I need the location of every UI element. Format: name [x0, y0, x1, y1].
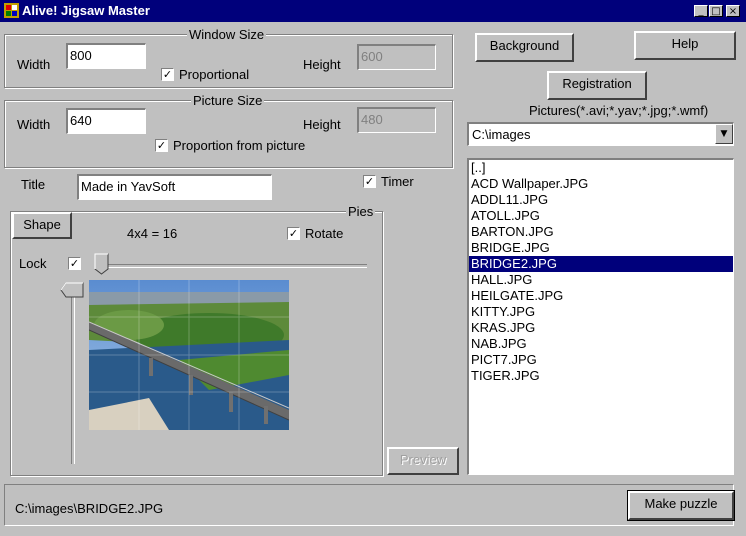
file-list-item[interactable]: PICT7.JPG — [469, 352, 733, 368]
picture-size-legend: Picture Size — [191, 93, 265, 108]
window-title: Alive! Jigsaw Master — [22, 3, 150, 18]
picture-height-field[interactable]: 480 — [357, 107, 436, 133]
proportional-label: Proportional — [179, 67, 250, 82]
pies-legend: Pies — [346, 204, 376, 219]
file-list-item[interactable]: ATOLL.JPG — [469, 208, 733, 224]
folder-combobox-value: C:\images — [472, 127, 531, 142]
shape-button[interactable]: Shape — [12, 212, 72, 239]
picture-height-label: Height — [303, 117, 341, 132]
title-field[interactable]: Made in YavSoft — [77, 174, 272, 200]
horizontal-slider-track[interactable] — [96, 264, 367, 268]
proportion-from-picture-checkbox[interactable]: ✓ — [155, 139, 168, 152]
timer-label: Timer — [381, 174, 414, 189]
maximize-button[interactable]: □ — [709, 5, 723, 17]
window-size-legend: Window Size — [187, 27, 267, 42]
preview-button[interactable]: Preview — [387, 447, 459, 475]
window-width-field[interactable]: 800 — [66, 43, 146, 69]
vertical-slider-track[interactable] — [71, 288, 75, 464]
file-list-item[interactable]: BRIDGE2.JPG — [469, 256, 733, 272]
picture-width-label: Width — [17, 117, 51, 132]
close-button[interactable]: × — [726, 5, 740, 17]
file-listbox[interactable]: [..] ACD Wallpaper.JPG ADDL11.JPG ATOLL.JPG… — [467, 158, 734, 475]
proportional-checkbox[interactable]: ✓ — [161, 68, 174, 81]
proportion-from-picture-label: Proportion from picture — [173, 138, 306, 153]
window-height-label: Height — [303, 57, 341, 72]
title-bar[interactable]: Alive! Jigsaw Master _ □ × — [0, 0, 746, 22]
file-list-item[interactable]: BARTON.JPG — [469, 224, 733, 240]
file-list-item[interactable]: ADDL11.JPG — [469, 192, 733, 208]
file-list-item[interactable]: [..] — [469, 160, 733, 176]
pieces-count-text: 4x4 = 16 — [127, 226, 178, 241]
window-width-label: Width — [17, 57, 51, 72]
file-list-item[interactable]: NAB.JPG — [469, 336, 733, 352]
lock-label: Lock — [19, 256, 47, 271]
status-path-text: C:\images\BRIDGE2.JPG — [15, 501, 164, 516]
minimize-button[interactable]: _ — [694, 5, 708, 17]
file-list-item[interactable]: TIGER.JPG — [469, 368, 733, 384]
registration-button[interactable]: Registration — [547, 71, 647, 100]
file-list-item[interactable]: KITTY.JPG — [469, 304, 733, 320]
lock-checkbox[interactable]: ✓ — [68, 257, 81, 270]
horizontal-slider-thumb[interactable] — [94, 253, 110, 275]
picture-width-field[interactable]: 640 — [66, 108, 146, 134]
help-button[interactable]: Help — [634, 31, 736, 60]
folder-combobox[interactable]: C:\images ▼ — [467, 122, 734, 146]
app-icon — [4, 3, 19, 18]
file-list-item[interactable]: KRAS.JPG — [469, 320, 733, 336]
file-list-item[interactable]: HALL.JPG — [469, 272, 733, 288]
file-list-item[interactable]: BRIDGE.JPG — [469, 240, 733, 256]
rotate-label: Rotate — [305, 226, 344, 241]
timer-checkbox[interactable]: ✓ — [363, 175, 376, 188]
rotate-checkbox[interactable]: ✓ — [287, 227, 300, 240]
background-button[interactable]: Background — [475, 33, 574, 62]
puzzle-preview-image — [89, 280, 289, 430]
window-height-field[interactable]: 600 — [357, 44, 436, 70]
vertical-slider-thumb[interactable] — [60, 282, 84, 298]
make-puzzle-button[interactable]: Make puzzle — [627, 490, 735, 521]
file-list-item[interactable]: HEILGATE.JPG — [469, 288, 733, 304]
title-label: Title — [21, 177, 46, 192]
file-list-item[interactable]: ACD Wallpaper.JPG — [469, 176, 733, 192]
dropdown-arrow-icon[interactable]: ▼ — [715, 124, 733, 144]
pictures-filter-label: Pictures(*.avi;*.yav;*.jpg;*.wmf) — [529, 103, 709, 118]
